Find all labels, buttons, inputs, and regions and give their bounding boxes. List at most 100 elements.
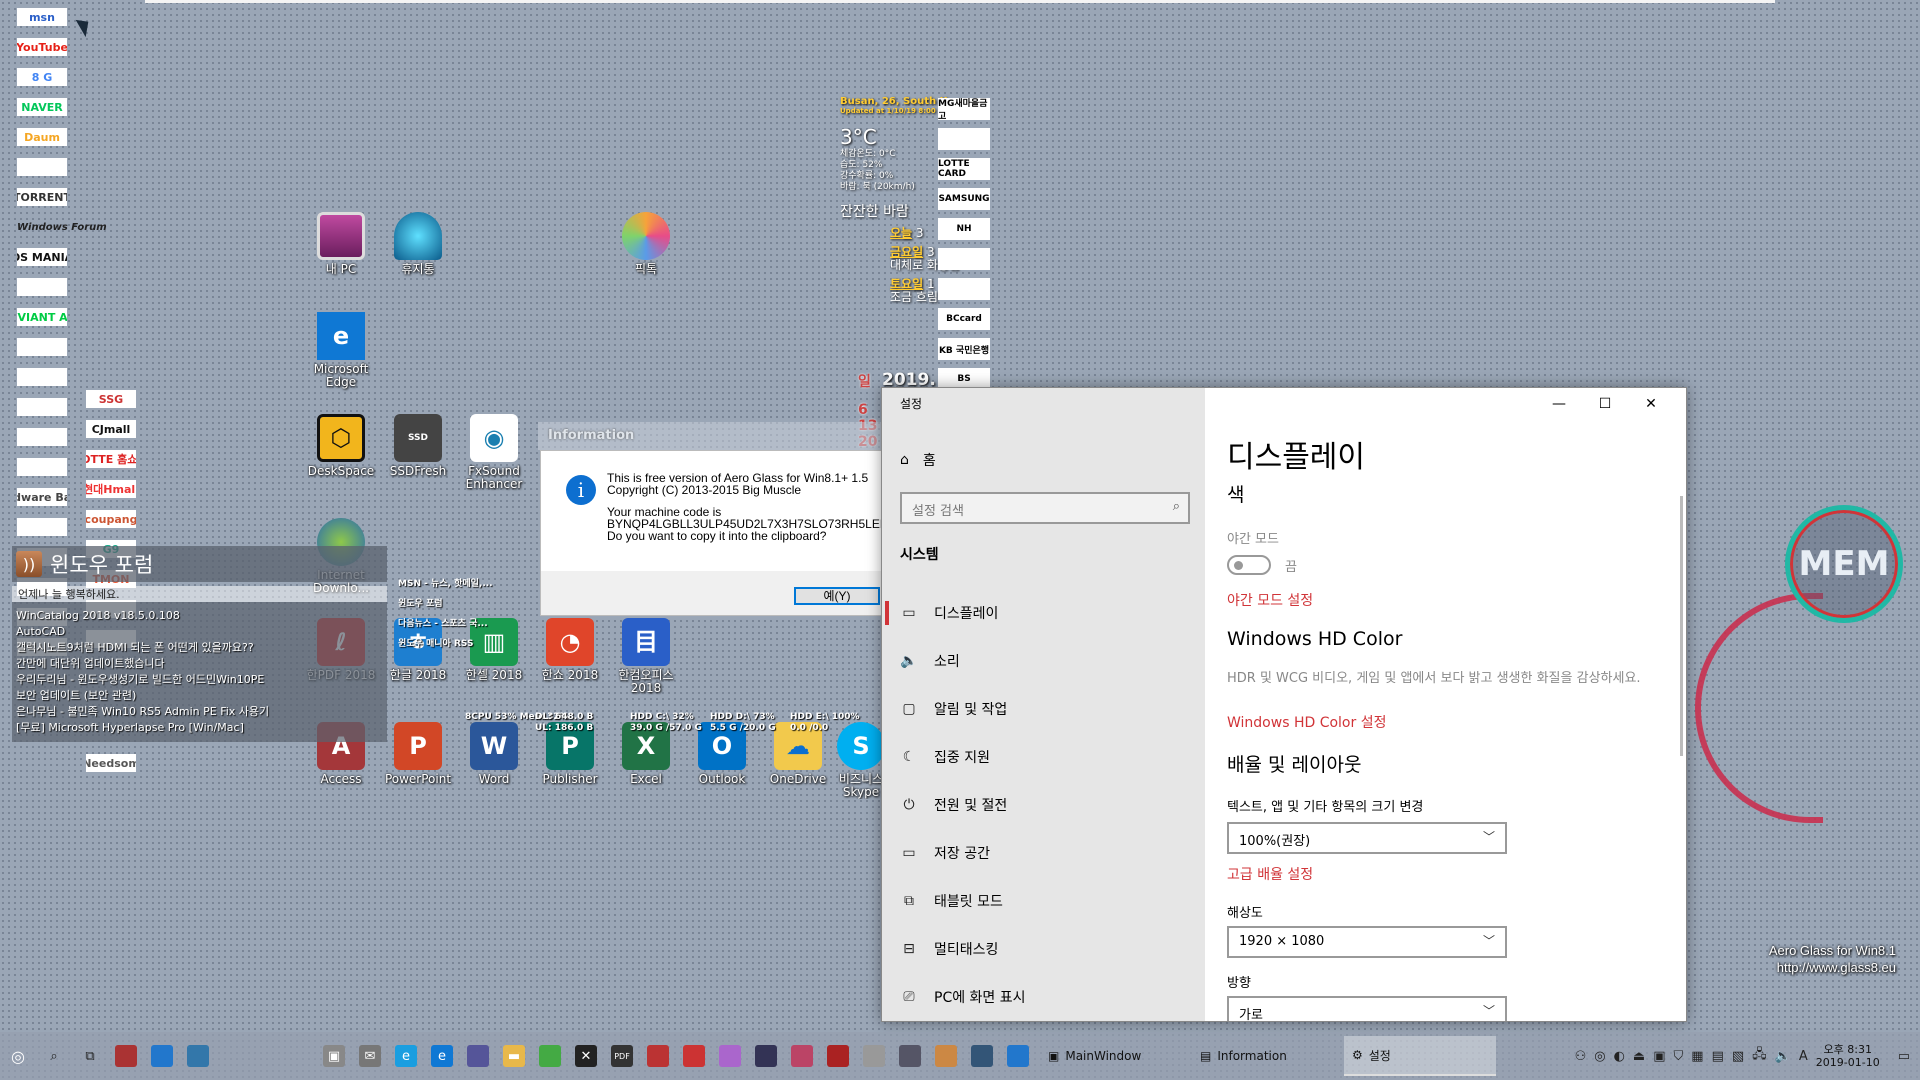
bookmark-link[interactable]: Needsom xyxy=(86,754,136,772)
notification-center-icon[interactable]: ▭ xyxy=(1898,1049,1910,1064)
pinned-app-icon[interactable] xyxy=(755,1045,777,1067)
card-shortcut[interactable]: LOTTE CARD xyxy=(938,158,990,180)
desktop-icon-word[interactable]: W Word xyxy=(456,722,532,786)
bookmark-link[interactable]: TORRENT xyxy=(17,188,67,206)
bookmark-link[interactable] xyxy=(17,458,67,476)
desktop-icon-fxsound[interactable]: ◉ FxSound Enhancer xyxy=(456,414,532,491)
tray-app-icon[interactable]: ▦ xyxy=(1691,1049,1703,1064)
bookmark-link[interactable]: OS MANIA xyxy=(17,248,67,266)
tray-app-icon[interactable]: ◎ xyxy=(1594,1049,1605,1064)
bookmark-link[interactable] xyxy=(17,368,67,386)
tray-app-icon[interactable]: ◐ xyxy=(1614,1049,1625,1064)
night-mode-toggle[interactable] xyxy=(1227,555,1271,575)
pinned-app-icon[interactable] xyxy=(791,1045,813,1067)
rss-feed-link[interactable]: MSN - 뉴스, 핫메일,... xyxy=(398,576,493,596)
desktop-icon-hanshow[interactable]: ◔ 한쇼 2018 xyxy=(532,618,608,682)
rss-header[interactable]: )) 윈도우 포럼 xyxy=(12,546,387,582)
desktop-icon-deskspace[interactable]: ⬡ DeskSpace xyxy=(303,414,379,478)
bookmark-link[interactable]: coupang xyxy=(86,510,136,528)
night-mode-settings-link[interactable]: 야간 모드 설정 xyxy=(1227,590,1313,610)
content-scrollbar[interactable] xyxy=(1680,496,1683,756)
pinned-app-icon[interactable] xyxy=(647,1045,669,1067)
desktop-icon-ssdfresh[interactable]: SSD SSDFresh xyxy=(380,414,456,478)
nav-home[interactable]: ⌂ 홈 xyxy=(900,450,936,470)
card-shortcut[interactable]: MG새마을금고 xyxy=(938,98,990,122)
card-shortcut[interactable]: SAMSUNG xyxy=(938,188,990,210)
tray-app-icon[interactable]: ▣ xyxy=(1653,1049,1665,1064)
card-shortcut[interactable] xyxy=(938,248,990,270)
rss-item[interactable]: AutoCAD xyxy=(16,624,383,640)
pinned-app-icon[interactable] xyxy=(539,1045,561,1067)
rss-item[interactable]: [무료] Microsoft Hyperlapse Pro [Win/Mac] xyxy=(16,720,383,736)
pinned-app-icon[interactable] xyxy=(151,1045,173,1067)
card-shortcut[interactable]: KB 국민은행 xyxy=(938,338,990,360)
bookmark-link[interactable]: NAVER xyxy=(17,98,67,116)
scale-dropdown[interactable]: 100%(권장) ﹀ xyxy=(1227,822,1507,854)
pinned-app-icon[interactable] xyxy=(971,1045,993,1067)
taskbar-task[interactable]: ▣ MainWindow xyxy=(1040,1036,1192,1076)
pinned-app-icon[interactable] xyxy=(719,1045,741,1067)
bookmark-link[interactable]: YouTube xyxy=(17,38,67,56)
card-shortcut[interactable]: NH xyxy=(938,218,990,240)
nav-item[interactable]: ☾ 집중 지원 xyxy=(900,745,990,769)
bookmark-link[interactable] xyxy=(17,338,67,356)
nav-item[interactable]: ▢ 알림 및 작업 xyxy=(900,697,1007,721)
tray-app-icon[interactable]: ▤ xyxy=(1712,1049,1724,1064)
bookmark-link[interactable] xyxy=(17,398,67,416)
pinned-app-icon[interactable] xyxy=(1007,1045,1029,1067)
bookmark-link[interactable]: Hardware Battle xyxy=(17,488,67,506)
pinned-app-icon[interactable]: ✕ xyxy=(575,1045,597,1067)
people-icon[interactable]: ⚇ xyxy=(1575,1049,1587,1064)
nav-item[interactable]: ⧉ 태블릿 모드 xyxy=(900,889,1003,913)
bookmark-link[interactable]: 현대Hmall xyxy=(86,480,136,498)
rss-feed-link[interactable]: 다음뉴스 - 스포츠 국... xyxy=(398,616,493,636)
store-icon[interactable]: ▣ xyxy=(323,1045,345,1067)
pinned-app-icon[interactable] xyxy=(935,1045,957,1067)
bookmark-link[interactable]: DEVIANT ART xyxy=(17,308,67,326)
clock[interactable]: 오후 8:31 2019-01-10 xyxy=(1816,1043,1880,1069)
bookmark-link[interactable]: SSG xyxy=(86,390,136,408)
rss-item[interactable]: 갤럭시노트9처럼 HDMI 되는 폰 어떤게 있을까요?? xyxy=(16,640,383,656)
bookmark-link[interactable]: msn xyxy=(17,8,67,26)
network-icon[interactable]: 🖧 xyxy=(1752,1045,1767,1067)
nav-item[interactable]: ⎚ PC에 화면 표시 xyxy=(900,985,1025,1009)
ie-icon[interactable]: e xyxy=(395,1045,417,1067)
bookmark-link[interactable] xyxy=(17,428,67,446)
taskbar-task[interactable]: ⚙ 설정 xyxy=(1344,1036,1496,1076)
folder-icon[interactable]: ▬ xyxy=(503,1045,525,1067)
bookmark-link[interactable]: LOTTE 홈쇼핑 xyxy=(86,450,136,468)
pinned-app-icon[interactable] xyxy=(863,1045,885,1067)
pinned-app-icon[interactable] xyxy=(683,1045,705,1067)
bookmark-link[interactable]: Windows Forum xyxy=(17,218,117,236)
rss-item[interactable]: 보안 업데이트 (보안 관련) xyxy=(16,688,383,704)
rss-item[interactable]: 간만에 대단위 업데이트했습니다 xyxy=(16,656,383,672)
taskbar-task[interactable]: ▤ Information xyxy=(1192,1036,1344,1076)
shield-icon[interactable]: ⛉ xyxy=(1674,1049,1684,1064)
desktop-icon-hanoffice[interactable]: 目 한컴오피스 2018 xyxy=(608,618,684,695)
bookmark-link[interactable] xyxy=(17,158,67,176)
desktop-icon-pictureview[interactable]: 픽톡 xyxy=(608,212,684,276)
nav-item[interactable]: ▭ 디스플레이 xyxy=(900,601,998,625)
yes-button[interactable]: 예(Y) xyxy=(794,587,880,605)
card-shortcut[interactable] xyxy=(938,128,990,150)
advanced-scaling-link[interactable]: 고급 배율 설정 xyxy=(1227,864,1313,884)
nav-item[interactable]: ⊟ 멀티태스킹 xyxy=(900,937,998,961)
info-dialog-titlebar[interactable]: Information xyxy=(538,422,888,450)
desktop-icon-powerpoint[interactable]: P PowerPoint xyxy=(380,722,456,786)
pinned-app-icon[interactable] xyxy=(899,1045,921,1067)
pinned-app-icon[interactable] xyxy=(187,1045,209,1067)
mail-icon[interactable]: ✉ xyxy=(359,1045,381,1067)
pinned-app-icon[interactable] xyxy=(467,1045,489,1067)
desktop-icon-recycle-bin[interactable]: 휴지통 xyxy=(380,212,456,276)
nav-item[interactable]: 🔈 소리 xyxy=(900,649,959,673)
pinned-app-icon[interactable] xyxy=(827,1045,849,1067)
bookmark-link[interactable] xyxy=(17,278,67,296)
bookmark-link[interactable] xyxy=(17,518,67,536)
hd-color-settings-link[interactable]: Windows HD Color 설정 xyxy=(1227,712,1386,732)
volume-icon[interactable]: 🔈 xyxy=(1775,1049,1791,1064)
nav-item[interactable]: ▭ 저장 공간 xyxy=(900,841,990,865)
resolution-dropdown[interactable]: 1920 × 1080 ﹀ xyxy=(1227,926,1507,958)
rss-item[interactable]: 은나무님 - 불민족 Win10 RS5 Admin PE Fix 사용기 xyxy=(16,704,383,720)
usb-icon[interactable]: ⏏ xyxy=(1633,1049,1645,1064)
nav-item[interactable]: ⏻ 전원 및 절전 xyxy=(900,793,1007,817)
